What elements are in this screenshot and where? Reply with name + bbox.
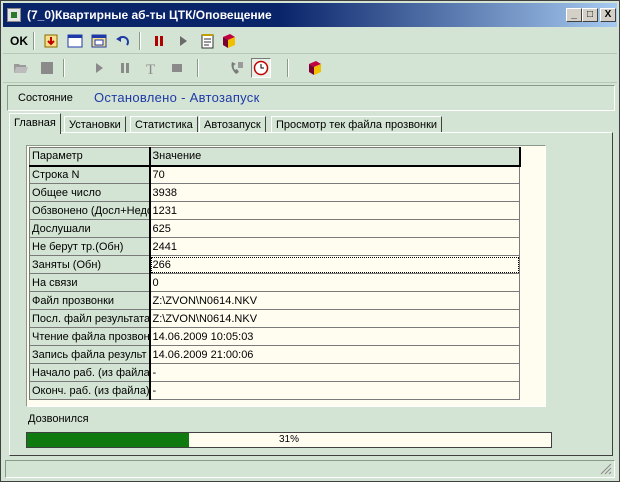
param-cell[interactable]: Дослушали [29,219,151,238]
value-cell[interactable]: Z:\ZVON\N0614.NKV [149,309,520,328]
table-row[interactable]: Оконч. раб. (из файла) - [29,381,520,400]
phone-icon[interactable] [227,58,247,78]
toolbar-separator [33,32,35,50]
state-value: Остановлено - Автозапуск [94,90,260,105]
svg-text:T: T [146,62,155,76]
value-cell[interactable]: - [149,363,520,382]
resize-grip-icon[interactable] [600,463,612,475]
table-row[interactable]: Файл прозвонки Z:\ZVON\N0614.NKV [29,291,520,310]
table-row[interactable]: Посл. файл результата Z:\ZVON\N0614.NKV [29,309,520,328]
app-icon [7,8,21,22]
param-cell[interactable]: Не берут тр.(Обн) [29,237,151,256]
value-cell[interactable]: 3938 [149,183,520,202]
app-window: (7_0)Квартирные аб-ты ЦТК/Оповещение _ □… [0,0,620,482]
param-cell[interactable]: Обзвонено (Досл+Недо [29,201,151,220]
param-cell[interactable]: Начало раб. (из файла) [29,363,151,382]
value-cell[interactable]: Z:\ZVON\N0614.NKV [149,291,520,310]
table-row[interactable]: Дослушали 625 [29,219,520,238]
maximize-button[interactable]: □ [582,8,598,22]
open-folder-icon[interactable] [11,58,31,78]
tab-main[interactable]: Главная [9,113,61,134]
stop-alt-icon[interactable] [167,58,187,78]
state-label: Состояние [18,92,73,104]
window-icon[interactable] [65,31,85,51]
parameter-table: Параметр Значение Строка N 70 Общее число 3… [29,147,521,400]
window-alt-icon[interactable] [89,31,109,51]
minimize-button[interactable]: _ [566,8,582,22]
param-cell[interactable]: Общее число [29,183,151,202]
value-cell[interactable]: 266 [149,255,520,274]
undo-icon[interactable] [113,31,133,51]
table-row[interactable]: Обзвонено (Досл+Недо 1231 [29,201,520,220]
toolbar-separator [197,59,199,77]
close-button[interactable]: X [600,8,616,22]
table-row[interactable]: Общее число 3938 [29,183,520,202]
value-cell[interactable]: 14.06.2009 10:05:03 [149,327,520,346]
state-panel: Состояние Остановлено - Автозапуск [7,85,615,111]
stop-icon[interactable] [37,58,57,78]
main-toolbar: OK [3,28,617,54]
value-cell[interactable]: 70 [149,165,520,184]
column-header-value[interactable]: Значение [149,147,521,167]
table-header-row: Параметр Значение [29,147,521,167]
table-row[interactable]: Запись файла результ 14.06.2009 21:00:06 [29,345,520,364]
param-cell[interactable]: Чтение файла прозвон [29,327,151,346]
book-icon[interactable] [305,58,325,78]
book-icon[interactable] [219,31,239,51]
toolbar-separator [139,32,141,50]
param-cell[interactable]: На связи [29,273,151,292]
clock-icon[interactable] [251,58,271,78]
text-icon[interactable]: T [141,58,161,78]
tab-settings[interactable]: Установки [64,116,126,133]
table-row[interactable]: На связи 0 [29,273,520,292]
value-cell[interactable]: 0 [149,273,520,292]
notepad-icon[interactable] [197,31,217,51]
value-cell[interactable]: - [149,381,520,400]
table-row[interactable]: Строка N 70 [29,165,520,184]
param-cell[interactable]: Заняты (Обн) [29,255,151,274]
value-cell[interactable]: 14.06.2009 21:00:06 [149,345,520,364]
parameter-grid[interactable]: Параметр Значение Строка N 70 Общее число 3… [26,145,546,407]
pause-icon[interactable] [115,58,135,78]
window-title: (7_0)Квартирные аб-ты ЦТК/Оповещение [27,8,272,22]
status-bar [5,460,615,478]
table-row[interactable]: Заняты (Обн) 266 [29,255,520,274]
title-bar[interactable]: (7_0)Квартирные аб-ты ЦТК/Оповещение _ □… [3,3,617,27]
table-row[interactable]: Начало раб. (из файла) - [29,363,520,382]
table-row[interactable]: Не берут тр.(Обн) 2441 [29,237,520,256]
ok-button[interactable]: OK [9,31,29,51]
progress-bar: 31% [26,432,552,448]
control-toolbar: T [3,55,617,83]
param-cell[interactable]: Файл прозвонки [29,291,151,310]
param-cell[interactable]: Оконч. раб. (из файла) [29,381,151,400]
tab-statistics[interactable]: Статистика [130,116,198,133]
pause-icon[interactable] [149,31,169,51]
toolbar-separator [287,59,289,77]
column-header-parameter[interactable]: Параметр [29,147,151,167]
toolbar-separator [63,59,65,77]
download-icon[interactable] [41,31,61,51]
play-icon[interactable] [89,58,109,78]
param-cell[interactable]: Посл. файл результата [29,309,151,328]
table-row[interactable]: Чтение файла прозвон 14.06.2009 10:05:03 [29,327,520,346]
main-tab-panel: Параметр Значение Строка N 70 Общее число 3… [9,132,613,456]
tab-view-call-file[interactable]: Просмотр тек файла прозвонки [271,116,443,133]
progress-percent: 31% [278,434,299,445]
value-cell[interactable]: 1231 [149,201,520,220]
tab-autostart[interactable]: Автозапуск [199,116,266,133]
param-cell[interactable]: Строка N [29,165,151,184]
param-cell[interactable]: Запись файла результ [29,345,151,364]
value-cell[interactable]: 625 [149,219,520,238]
play-icon[interactable] [173,31,193,51]
value-cell[interactable]: 2441 [149,237,520,256]
progress-label: Дозвонился [28,413,89,425]
